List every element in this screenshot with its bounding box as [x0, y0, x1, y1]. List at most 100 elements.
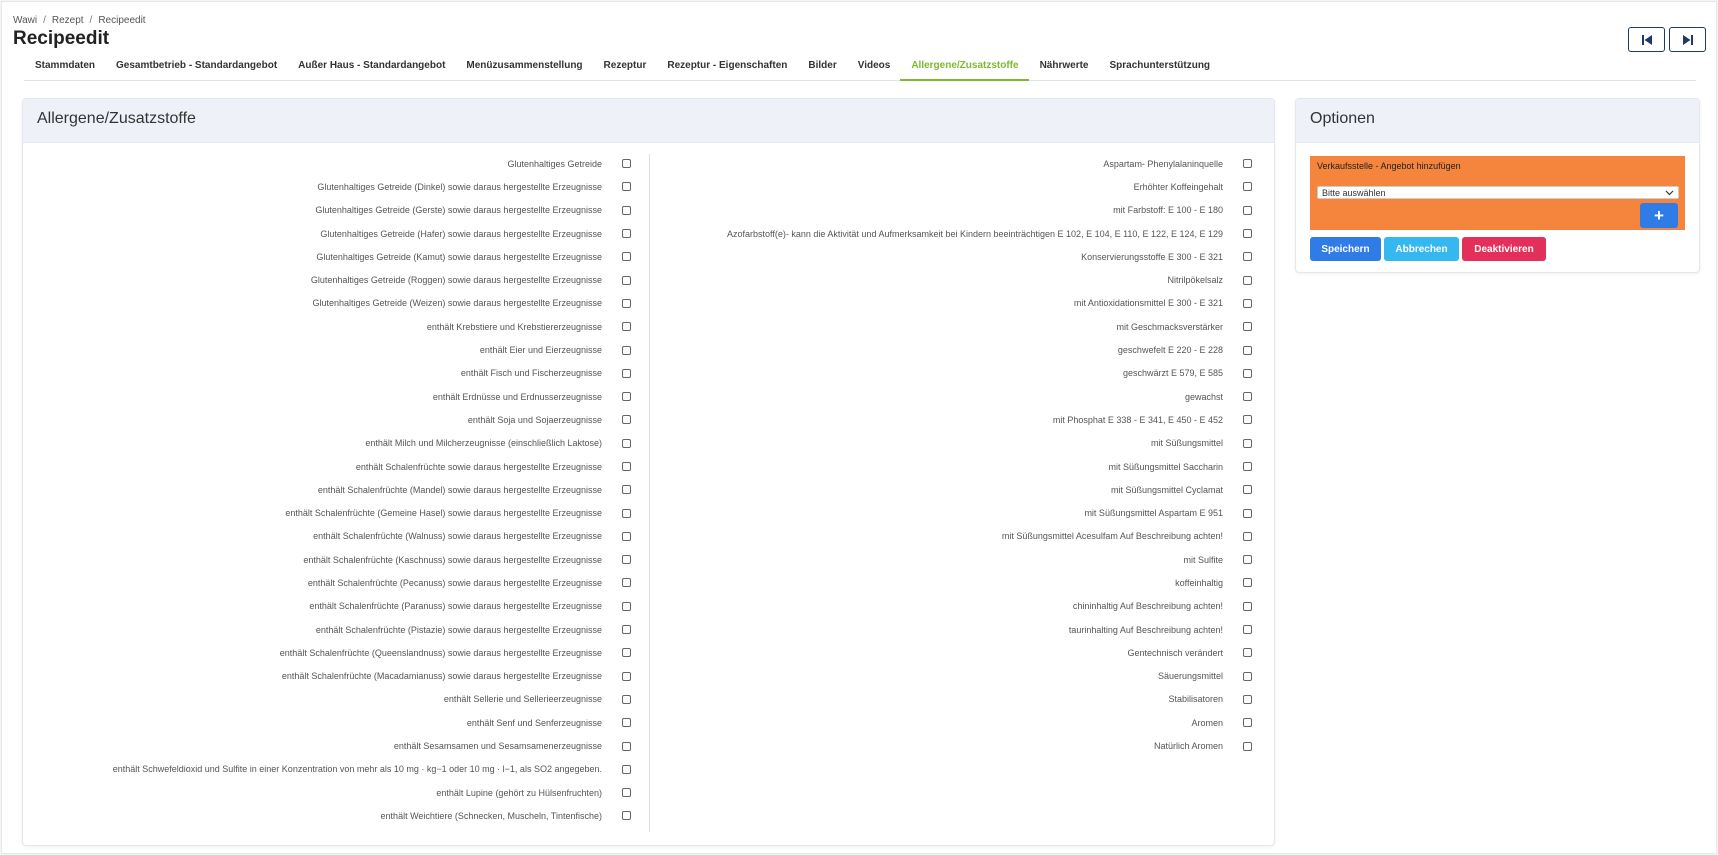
- additive-checkbox[interactable]: [1243, 322, 1252, 332]
- allergen-row: enthält Eier und Eierzeugnisse: [22, 338, 631, 361]
- next-record-button[interactable]: [1669, 27, 1706, 52]
- additive-label: Aromen: [1191, 717, 1223, 728]
- allergen-checkbox[interactable]: [622, 229, 631, 239]
- allergen-checkbox[interactable]: [622, 811, 631, 821]
- allergen-label: enthält Milch und Milcherzeugnisse (eins…: [365, 438, 602, 449]
- additive-label: Natürlich Aromen: [1153, 741, 1223, 752]
- add-sales-point-button[interactable]: +: [1640, 203, 1678, 228]
- allergen-checkbox[interactable]: [622, 275, 631, 285]
- additive-checkbox[interactable]: [1243, 368, 1252, 378]
- additive-checkbox[interactable]: [1243, 252, 1252, 262]
- breadcrumb-separator: /: [43, 15, 46, 26]
- allergen-checkbox[interactable]: [622, 555, 631, 565]
- additive-row: Säuerungsmittel: [652, 665, 1252, 688]
- sales-point-select[interactable]: Bitte auswählen: [1317, 186, 1679, 199]
- action-buttons: Speichern Abbrechen Deaktivieren: [1310, 237, 1546, 261]
- additive-checkbox[interactable]: [1243, 741, 1252, 751]
- tab-sprachunterstützung[interactable]: Sprachunterstützung: [1098, 55, 1220, 81]
- tab-rezeptur[interactable]: Rezeptur: [593, 55, 657, 81]
- allergen-checkbox[interactable]: [622, 531, 631, 541]
- allergen-checkbox[interactable]: [622, 694, 631, 704]
- allergen-row: enthält Schalenfrüchte sowie daraus herg…: [22, 455, 631, 478]
- allergen-label: Glutenhaltiges Getreide (Hafer) sowie da…: [320, 228, 602, 239]
- additive-checkbox[interactable]: [1243, 601, 1252, 611]
- allergen-checkbox[interactable]: [622, 345, 631, 355]
- additive-checkbox[interactable]: [1243, 415, 1252, 425]
- additive-checkbox[interactable]: [1243, 345, 1252, 355]
- allergen-row: enthält Senf und Senferzeugnisse: [22, 711, 631, 734]
- additive-checkbox[interactable]: [1243, 578, 1252, 588]
- allergen-checkbox[interactable]: [622, 625, 631, 635]
- allergen-list: Glutenhaltiges Getreide Glutenhaltiges Ge…: [22, 152, 631, 828]
- column-divider: [649, 154, 650, 832]
- allergen-checkbox[interactable]: [622, 462, 631, 471]
- allergen-checkbox[interactable]: [622, 322, 631, 332]
- allergen-row: enthält Krebstiere und Krebstiererzeugni…: [22, 315, 631, 338]
- allergen-checkbox[interactable]: [622, 578, 631, 588]
- allergen-checkbox[interactable]: [622, 741, 631, 751]
- allergen-checkbox[interactable]: [622, 718, 631, 728]
- additive-checkbox[interactable]: [1243, 508, 1252, 518]
- additive-checkbox[interactable]: [1243, 229, 1252, 239]
- additive-label: mit Phosphat E 338 - E 341, E 450 - E 45…: [1052, 414, 1223, 425]
- additive-label: mit Sulfite: [1183, 554, 1223, 565]
- additive-checkbox[interactable]: [1243, 718, 1252, 728]
- additive-checkbox[interactable]: [1243, 275, 1252, 285]
- deactivate-button[interactable]: Deaktivieren: [1462, 237, 1546, 261]
- allergen-checkbox[interactable]: [622, 648, 631, 658]
- tab-bilder[interactable]: Bilder: [797, 55, 846, 81]
- additive-checkbox[interactable]: [1243, 485, 1252, 495]
- allergen-checkbox[interactable]: [622, 159, 631, 169]
- allergen-checkbox[interactable]: [622, 764, 631, 774]
- allergen-row: enthält Schalenfrüchte (Macadamianuss) s…: [22, 665, 631, 688]
- additive-checkbox[interactable]: [1243, 159, 1252, 169]
- tab-nährwerte[interactable]: Nährwerte: [1029, 55, 1099, 81]
- additive-checkbox[interactable]: [1243, 648, 1252, 658]
- allergen-label: enthält Schalenfrüchte (Gemeine Hasel) s…: [285, 508, 602, 519]
- allergen-checkbox[interactable]: [622, 671, 631, 681]
- allergen-label: enthält Schalenfrüchte (Macadamianuss) s…: [281, 671, 602, 682]
- additive-checkbox[interactable]: [1243, 555, 1252, 565]
- tab-außer-haus-standardangebot[interactable]: Außer Haus - Standardangebot: [287, 55, 455, 81]
- sales-point-select-value: Bitte auswählen: [1322, 187, 1386, 198]
- additive-checkbox[interactable]: [1243, 531, 1252, 541]
- additive-checkbox[interactable]: [1243, 392, 1252, 402]
- additive-checkbox[interactable]: [1243, 625, 1252, 635]
- allergen-checkbox[interactable]: [622, 485, 631, 495]
- previous-record-button[interactable]: [1628, 27, 1665, 52]
- allergen-checkbox[interactable]: [622, 368, 631, 378]
- allergen-label: enthält Schalenfrüchte sowie daraus herg…: [355, 461, 602, 472]
- save-button[interactable]: Speichern: [1310, 237, 1381, 261]
- allergen-checkbox[interactable]: [622, 205, 631, 215]
- tab-videos[interactable]: Videos: [847, 55, 901, 81]
- tab-menüzusammenstellung[interactable]: Menüzusammenstellung: [455, 55, 592, 81]
- additive-checkbox[interactable]: [1243, 671, 1252, 681]
- additive-label: geschwefelt E 220 - E 228: [1117, 345, 1223, 356]
- chevron-down-icon: [1665, 190, 1674, 195]
- allergen-checkbox[interactable]: [622, 788, 631, 798]
- allergen-checkbox[interactable]: [622, 601, 631, 611]
- breadcrumb-item-rezept[interactable]: Rezept: [52, 15, 84, 26]
- additive-checkbox[interactable]: [1243, 694, 1252, 704]
- additive-label: mit Süßungsmittel: [1150, 438, 1223, 449]
- cancel-button[interactable]: Abbrechen: [1384, 237, 1459, 261]
- additive-checkbox[interactable]: [1243, 462, 1252, 471]
- additive-checkbox[interactable]: [1243, 438, 1252, 448]
- breadcrumb-item-wawi[interactable]: Wawi: [13, 15, 37, 26]
- allergen-checkbox[interactable]: [622, 415, 631, 425]
- additive-checkbox[interactable]: [1243, 205, 1252, 215]
- allergen-label: enthält Schalenfrüchte (Walnuss) sowie d…: [313, 531, 602, 542]
- tab-stammdaten[interactable]: Stammdaten: [24, 55, 105, 81]
- allergen-checkbox[interactable]: [622, 252, 631, 262]
- allergen-checkbox[interactable]: [622, 182, 631, 192]
- tab-gesamtbetrieb-standardangebot[interactable]: Gesamtbetrieb - Standardangebot: [105, 55, 287, 81]
- allergen-checkbox[interactable]: [622, 438, 631, 448]
- additive-checkbox[interactable]: [1243, 298, 1252, 308]
- allergen-checkbox[interactable]: [622, 508, 631, 518]
- allergen-checkbox[interactable]: [622, 392, 631, 402]
- allergen-checkbox[interactable]: [622, 298, 631, 308]
- tab-rezeptur-eigenschaften[interactable]: Rezeptur - Eigenschaften: [656, 55, 797, 81]
- tab-allergene-zusatzstoffe[interactable]: Allergene/Zusatzstoffe: [900, 55, 1029, 81]
- additive-row: Stabilisatoren: [652, 688, 1252, 711]
- additive-checkbox[interactable]: [1243, 182, 1252, 192]
